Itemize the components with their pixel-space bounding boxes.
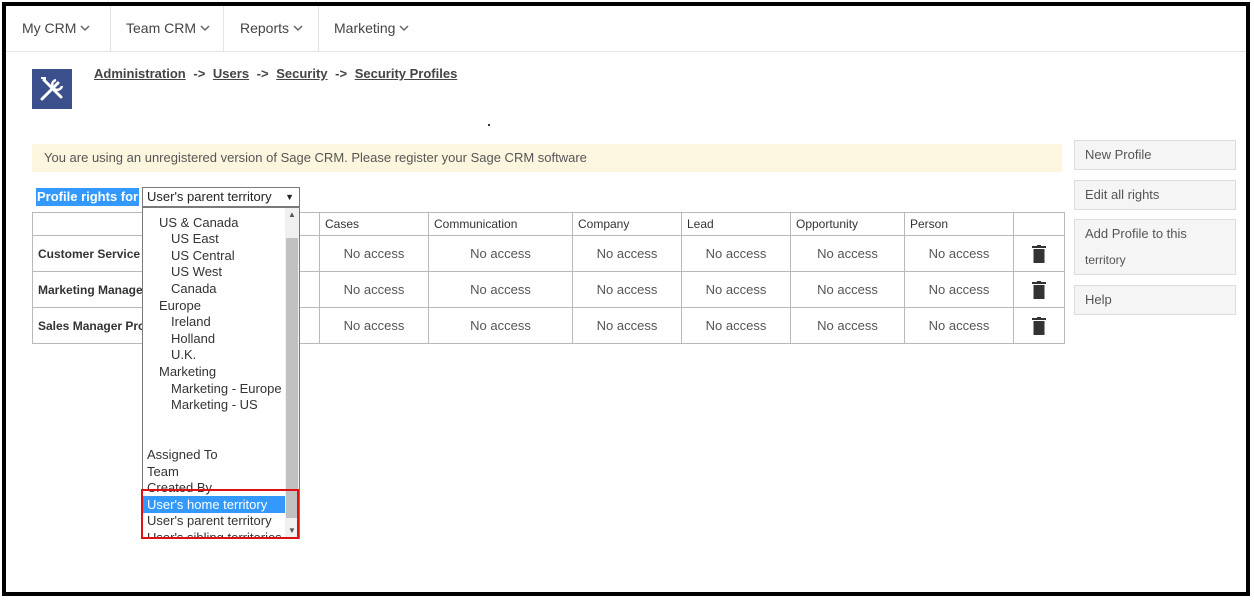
dropdown-option[interactable]: US Central — [143, 247, 299, 264]
col-header-person: Person — [904, 212, 1014, 236]
access-cell[interactable]: No access — [572, 271, 682, 308]
chevron-down-icon — [399, 25, 409, 32]
profile-rights-label: Profile rights for — [36, 188, 140, 206]
access-cell[interactable]: No access — [904, 307, 1014, 344]
trash-icon[interactable] — [1032, 280, 1046, 299]
add-profile-label-line2: territory — [1085, 253, 1126, 267]
access-cell[interactable]: No access — [681, 235, 791, 272]
access-cell[interactable]: No access — [428, 271, 573, 308]
breadcrumb-separator: -> — [335, 66, 348, 81]
breadcrumb-security-profiles[interactable]: Security Profiles — [355, 66, 458, 81]
dropdown-option[interactable]: US West — [143, 263, 299, 280]
breadcrumb-separator: -> — [256, 66, 269, 81]
nav-label: Marketing — [334, 20, 396, 36]
dropdown-option[interactable]: Marketing - US — [143, 396, 299, 413]
scroll-up-icon[interactable]: ▲ — [285, 208, 299, 222]
dropdown-option[interactable]: US & Canada — [143, 214, 299, 231]
chevron-down-icon — [80, 25, 90, 32]
dropdown-option[interactable]: US East — [143, 230, 299, 247]
help-label: Help — [1085, 292, 1112, 307]
breadcrumb: Administration -> Users -> Security -> S… — [94, 66, 457, 81]
access-cell[interactable]: No access — [681, 307, 791, 344]
col-header-communication: Communication — [428, 212, 573, 236]
col-header-cases: Cases — [319, 212, 429, 236]
help-button[interactable]: Help — [1074, 285, 1236, 315]
access-cell[interactable]: No access — [572, 235, 682, 272]
nav-my-crm[interactable]: My CRM — [6, 6, 111, 51]
dropdown-arrow-icon: ▼ — [285, 192, 294, 202]
delete-cell — [1013, 235, 1065, 272]
add-profile-label-line1: Add Profile to this — [1085, 226, 1187, 241]
dropdown-option[interactable]: Marketing — [143, 363, 299, 380]
access-cell[interactable]: No access — [790, 271, 905, 308]
col-header-company: Company — [572, 212, 682, 236]
access-cell[interactable]: No access — [428, 307, 573, 344]
dropdown-option[interactable]: Europe — [143, 297, 299, 314]
dropdown-option[interactable]: U.K. — [143, 346, 299, 363]
access-cell[interactable]: No access — [319, 235, 429, 272]
unregistered-notice: You are using an unregistered version of… — [32, 144, 1062, 172]
dropdown-option[interactable]: Holland — [143, 330, 299, 347]
dropdown-option[interactable]: Ireland — [143, 313, 299, 330]
dropdown-option[interactable]: Team — [143, 463, 289, 480]
access-cell[interactable]: No access — [790, 235, 905, 272]
nav-reports[interactable]: Reports — [224, 6, 319, 51]
dropdown-option[interactable]: Canada — [143, 280, 299, 297]
territory-select-value: User's parent territory — [147, 189, 272, 204]
trash-icon[interactable] — [1032, 316, 1046, 335]
delete-header — [1013, 212, 1065, 236]
new-profile-button[interactable]: New Profile — [1074, 140, 1236, 170]
access-cell[interactable]: No access — [319, 307, 429, 344]
breadcrumb-users[interactable]: Users — [213, 66, 249, 81]
delete-cell — [1013, 307, 1065, 344]
access-cell[interactable]: No access — [681, 271, 791, 308]
annotation-highlight-box — [141, 489, 299, 539]
nav-label: Reports — [240, 20, 290, 36]
top-nav: My CRM Team CRM Reports Marketing — [6, 6, 1246, 52]
chevron-down-icon — [293, 25, 303, 32]
col-header-lead: Lead — [681, 212, 791, 236]
nav-marketing[interactable]: Marketing — [318, 6, 426, 51]
app-window: My CRM Team CRM Reports Marketing Admini… — [2, 2, 1250, 596]
administration-tools-icon — [32, 69, 72, 109]
access-cell[interactable]: No access — [572, 307, 682, 344]
scrollbar-thumb[interactable] — [286, 238, 298, 518]
breadcrumb-separator: -> — [193, 66, 206, 81]
access-cell[interactable]: No access — [319, 271, 429, 308]
nav-team-crm[interactable]: Team CRM — [110, 6, 224, 51]
chevron-down-icon — [200, 25, 210, 32]
delete-cell — [1013, 271, 1065, 308]
access-cell[interactable]: No access — [904, 271, 1014, 308]
edit-all-rights-button[interactable]: Edit all rights — [1074, 180, 1236, 210]
breadcrumb-security[interactable]: Security — [276, 66, 327, 81]
access-cell[interactable]: No access — [428, 235, 573, 272]
nav-label: Team CRM — [126, 20, 197, 36]
territory-select[interactable]: User's parent territory ▼ — [142, 187, 300, 207]
nav-label: My CRM — [22, 20, 77, 36]
breadcrumb-administration[interactable]: Administration — [94, 66, 186, 81]
access-cell[interactable]: No access — [904, 235, 1014, 272]
col-header-opportunity: Opportunity — [790, 212, 905, 236]
dropdown-option[interactable]: Marketing - Europe — [143, 380, 299, 397]
add-profile-to-territory-button[interactable]: Add Profile to this territory — [1074, 219, 1236, 275]
stray-dot — [488, 124, 490, 126]
trash-icon[interactable] — [1032, 244, 1046, 263]
dropdown-option[interactable]: Assigned To — [143, 446, 289, 463]
access-cell[interactable]: No access — [790, 307, 905, 344]
